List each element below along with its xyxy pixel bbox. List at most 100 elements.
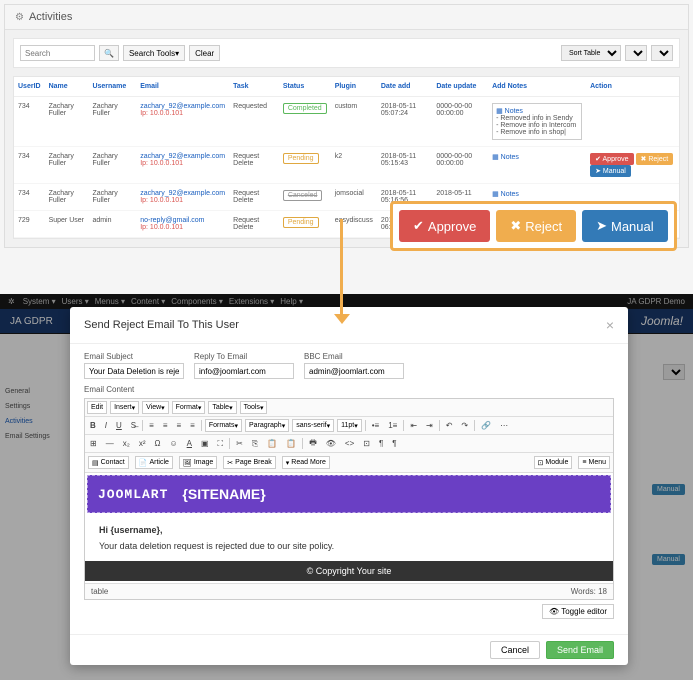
- hr-icon[interactable]: —: [103, 437, 117, 450]
- template-icon[interactable]: ⊡: [360, 437, 373, 450]
- search-tools-button[interactable]: Search Tools ▾: [123, 45, 185, 61]
- email-footer: © Copyright Your site: [85, 561, 613, 581]
- toggle-editor-button[interactable]: 👁 Toggle editor: [542, 604, 614, 619]
- formats-select[interactable]: Formats ▾: [205, 419, 242, 432]
- th-notes[interactable]: Add Notes: [488, 77, 586, 97]
- row-approve-button[interactable]: ✔ Approve: [590, 153, 634, 165]
- pagebreak-button[interactable]: ✂ Page Break: [223, 456, 275, 469]
- strike-icon[interactable]: S̶: [128, 419, 139, 432]
- image-button[interactable]: 🖼 Image: [179, 456, 217, 469]
- th-status[interactable]: Status: [279, 77, 331, 97]
- table-row: 734 Zachary Fuller Zachary Fuller zachar…: [14, 147, 679, 184]
- paste-icon[interactable]: 📋: [264, 437, 280, 450]
- numbers-icon[interactable]: 1≡: [385, 419, 400, 432]
- menu-insert[interactable]: Insert ▾: [110, 401, 139, 414]
- row-reject-button[interactable]: ✖ Reject: [636, 153, 674, 165]
- x-circle-icon: ✖: [510, 218, 521, 234]
- fullscreen-icon[interactable]: ⛶: [215, 437, 227, 450]
- email-link[interactable]: no-reply@gmail.com: [140, 217, 204, 224]
- reject-button[interactable]: ✖Reject: [496, 210, 576, 242]
- send-email-button[interactable]: Send Email: [546, 641, 614, 659]
- font-select[interactable]: sans-serif ▾: [292, 419, 334, 432]
- underline-icon[interactable]: U: [113, 419, 125, 432]
- color-icon[interactable]: A: [184, 437, 195, 450]
- cancel-button[interactable]: Cancel: [490, 641, 540, 659]
- limit-select[interactable]: 20: [651, 45, 673, 61]
- sub-icon[interactable]: x₂: [120, 437, 133, 450]
- more-icon[interactable]: ⋯: [497, 419, 511, 432]
- reject-email-modal: Send Reject Email To This User × Email S…: [70, 307, 628, 665]
- copy-icon[interactable]: ⎘: [249, 437, 261, 450]
- th-plugin[interactable]: Plugin: [331, 77, 377, 97]
- panel-title: Activities: [29, 11, 72, 23]
- menu-button[interactable]: ≡ Menu: [578, 456, 610, 469]
- editor-content[interactable]: JOOMLART {SITENAME} Hi {username}, Your …: [85, 473, 613, 583]
- th-email[interactable]: Email: [136, 77, 229, 97]
- align-justify-icon[interactable]: ≡: [187, 419, 198, 432]
- bbc-label: BBC Email: [304, 352, 404, 361]
- sort-dir-select[interactable]: [625, 45, 647, 61]
- th-dateupdate[interactable]: Date update: [432, 77, 488, 97]
- bullets-icon[interactable]: •≡: [369, 419, 382, 432]
- undo-icon[interactable]: ↶: [443, 419, 456, 432]
- link-icon[interactable]: 🔗: [478, 419, 494, 432]
- th-name[interactable]: Name: [45, 77, 89, 97]
- emoji-icon[interactable]: ☺: [166, 437, 180, 450]
- paste-text-icon[interactable]: 📋: [283, 437, 299, 450]
- th-action[interactable]: Action: [586, 77, 679, 97]
- fontsize-select[interactable]: 11pt ▾: [337, 419, 362, 432]
- reply-label: Reply To Email: [194, 352, 294, 361]
- paragraph-select[interactable]: Paragraph ▾: [245, 419, 289, 432]
- email-greeting: Hi {username},: [99, 525, 599, 535]
- preview-icon[interactable]: 👁: [323, 437, 339, 450]
- word-count: Words: 18: [571, 587, 607, 596]
- bgcolor-icon[interactable]: ▣: [198, 437, 212, 450]
- bold-icon[interactable]: B: [87, 419, 99, 432]
- manual-button[interactable]: ➤Manual: [582, 210, 668, 242]
- email-link[interactable]: zachary_92@example.com: [140, 103, 225, 110]
- align-left-icon[interactable]: ≡: [146, 419, 157, 432]
- print-icon[interactable]: 🖶: [306, 437, 320, 450]
- menu-edit[interactable]: Edit: [87, 401, 107, 414]
- menu-view[interactable]: View ▾: [142, 401, 169, 414]
- menu-table[interactable]: Table ▾: [208, 401, 236, 414]
- email-link[interactable]: zachary_92@example.com: [140, 153, 225, 160]
- email-link[interactable]: zachary_92@example.com: [140, 190, 225, 197]
- reply-input[interactable]: [194, 363, 294, 379]
- contact-button[interactable]: ▤ Contact: [88, 456, 129, 469]
- sort-select[interactable]: Sort Table By:: [561, 45, 621, 61]
- align-center-icon[interactable]: ≡: [160, 419, 171, 432]
- italic-icon[interactable]: I: [102, 419, 110, 432]
- th-dateadd[interactable]: Date add: [377, 77, 432, 97]
- article-button[interactable]: 📄 Article: [135, 456, 173, 469]
- code-icon[interactable]: <>: [342, 437, 357, 450]
- readmore-button[interactable]: ▾ Read More: [282, 456, 330, 469]
- menu-format[interactable]: Format ▾: [172, 401, 206, 414]
- outdent-icon[interactable]: ⇤: [407, 419, 420, 432]
- table-icon[interactable]: ⊞: [87, 437, 100, 450]
- bbc-input[interactable]: [304, 363, 404, 379]
- status-badge: Canceled: [283, 190, 323, 201]
- indent-icon[interactable]: ⇥: [423, 419, 436, 432]
- subject-input[interactable]: [84, 363, 184, 379]
- align-right-icon[interactable]: ≡: [173, 419, 184, 432]
- row-manual-button[interactable]: ➤ Manual: [590, 165, 631, 177]
- redo-icon[interactable]: ↷: [458, 419, 471, 432]
- rtl-icon[interactable]: ¶: [389, 437, 399, 450]
- char-icon[interactable]: Ω: [151, 437, 163, 450]
- th-task[interactable]: Task: [229, 77, 279, 97]
- status-path: table: [91, 587, 108, 596]
- cut-icon[interactable]: ✂: [233, 437, 246, 450]
- sup-icon[interactable]: x²: [136, 437, 149, 450]
- close-button[interactable]: ×: [606, 317, 614, 333]
- menu-tools[interactable]: Tools ▾: [240, 401, 268, 414]
- clear-button[interactable]: Clear: [189, 45, 220, 61]
- approve-button[interactable]: ✔Approve: [399, 210, 490, 242]
- module-button[interactable]: ⊡ Module: [534, 456, 573, 469]
- editor: Edit Insert ▾ View ▾ Format ▾ Table ▾ To…: [84, 398, 614, 600]
- ltr-icon[interactable]: ¶: [376, 437, 386, 450]
- search-button[interactable]: 🔍: [99, 45, 119, 61]
- th-username[interactable]: Username: [88, 77, 136, 97]
- th-userid[interactable]: UserID: [14, 77, 45, 97]
- search-input[interactable]: [20, 45, 95, 61]
